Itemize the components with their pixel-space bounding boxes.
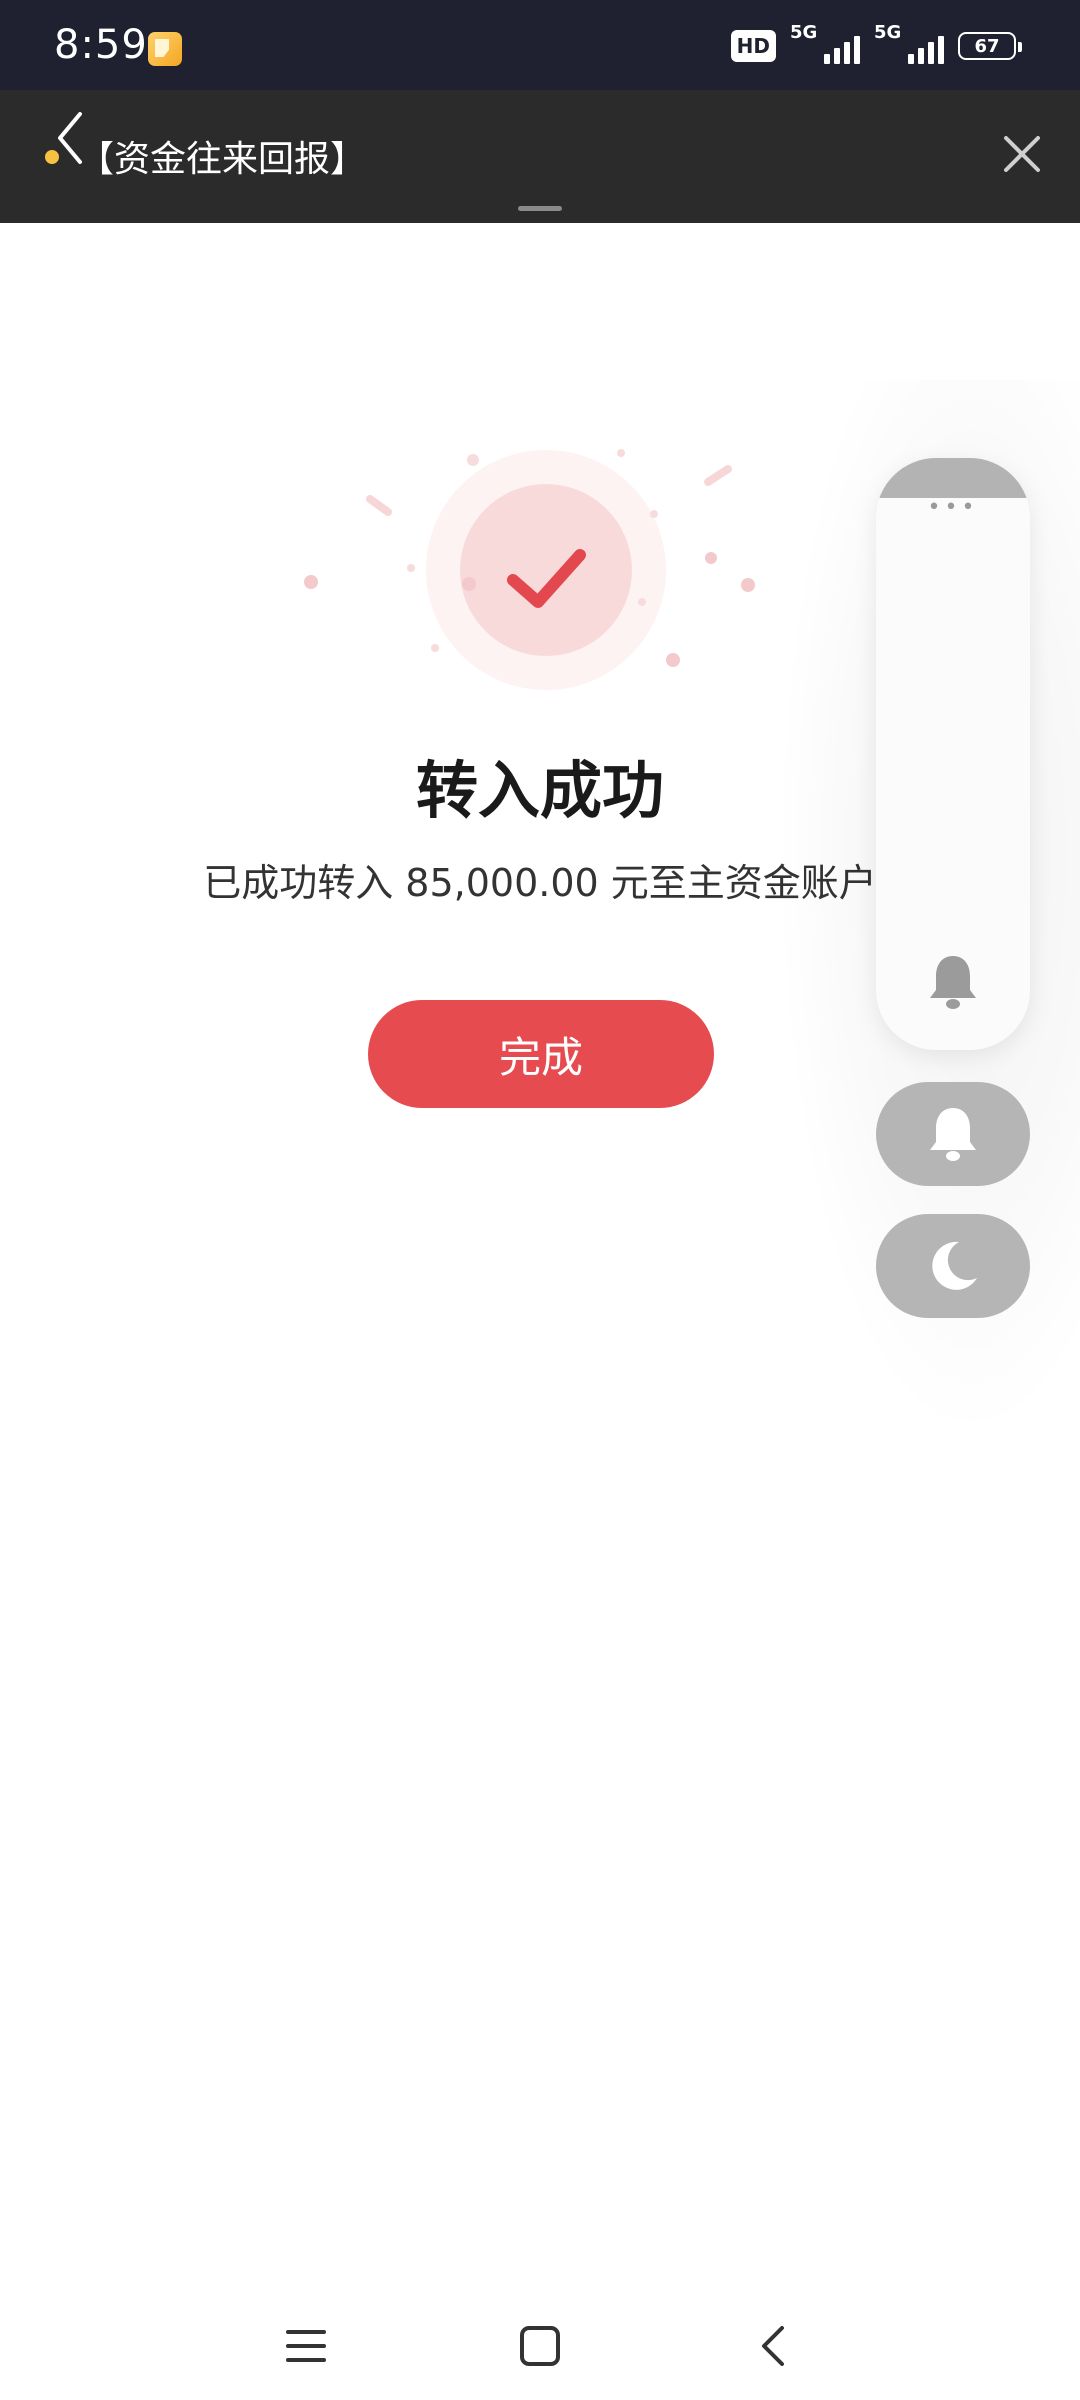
bell-icon bbox=[930, 956, 976, 1009]
done-button[interactable]: 完成 bbox=[368, 1000, 714, 1108]
status-bar: 8:59 HD 5G 5G 67 bbox=[0, 0, 1080, 90]
unread-dot bbox=[45, 150, 59, 164]
menu-icon bbox=[286, 2330, 326, 2362]
network-type-label: 5G bbox=[790, 22, 818, 43]
side-panel-handle[interactable] bbox=[876, 458, 1030, 498]
signal-icon: 5G bbox=[790, 22, 860, 64]
notification-button[interactable] bbox=[926, 952, 980, 1012]
success-illustration bbox=[300, 430, 780, 690]
network-type-label-2: 5G bbox=[874, 22, 902, 43]
bell-toggle-button[interactable] bbox=[876, 1082, 1030, 1186]
dark-mode-button[interactable] bbox=[876, 1214, 1030, 1318]
drag-handle[interactable] bbox=[518, 206, 562, 211]
battery-icon: 67 bbox=[958, 32, 1022, 60]
bell-icon bbox=[930, 1108, 976, 1161]
back-icon bbox=[762, 2326, 784, 2366]
moon-icon bbox=[932, 1241, 977, 1290]
close-button[interactable] bbox=[1000, 132, 1044, 176]
signal-icon-2: 5G bbox=[874, 22, 944, 64]
notes-app-icon bbox=[148, 32, 182, 66]
status-indicators: HD 5G 5G 67 bbox=[730, 22, 1022, 66]
status-time: 8:59 bbox=[54, 22, 148, 68]
floating-window-header: 【资金往来回报】 bbox=[0, 90, 1080, 223]
close-icon bbox=[1004, 136, 1040, 172]
done-button-label: 完成 bbox=[498, 1032, 583, 1082]
more-icon[interactable]: ••• bbox=[876, 497, 1030, 519]
home-button[interactable] bbox=[510, 2316, 570, 2376]
system-nav-bar bbox=[0, 2290, 1080, 2400]
screen: 8:59 HD 5G 5G 67 【资金往来回报】 转入成功 已成功转入 85,… bbox=[0, 0, 1080, 2400]
nav-back-button[interactable] bbox=[744, 2316, 804, 2376]
success-graphic-svg bbox=[304, 449, 755, 690]
page-title: 【资金往来回报】 bbox=[78, 139, 367, 180]
battery-level: 67 bbox=[974, 35, 1000, 57]
floating-side-panel[interactable]: ••• bbox=[876, 458, 1030, 1050]
home-square-icon bbox=[520, 2326, 560, 2366]
recent-apps-button[interactable] bbox=[276, 2316, 336, 2376]
hd-voice-badge: HD bbox=[730, 30, 776, 62]
